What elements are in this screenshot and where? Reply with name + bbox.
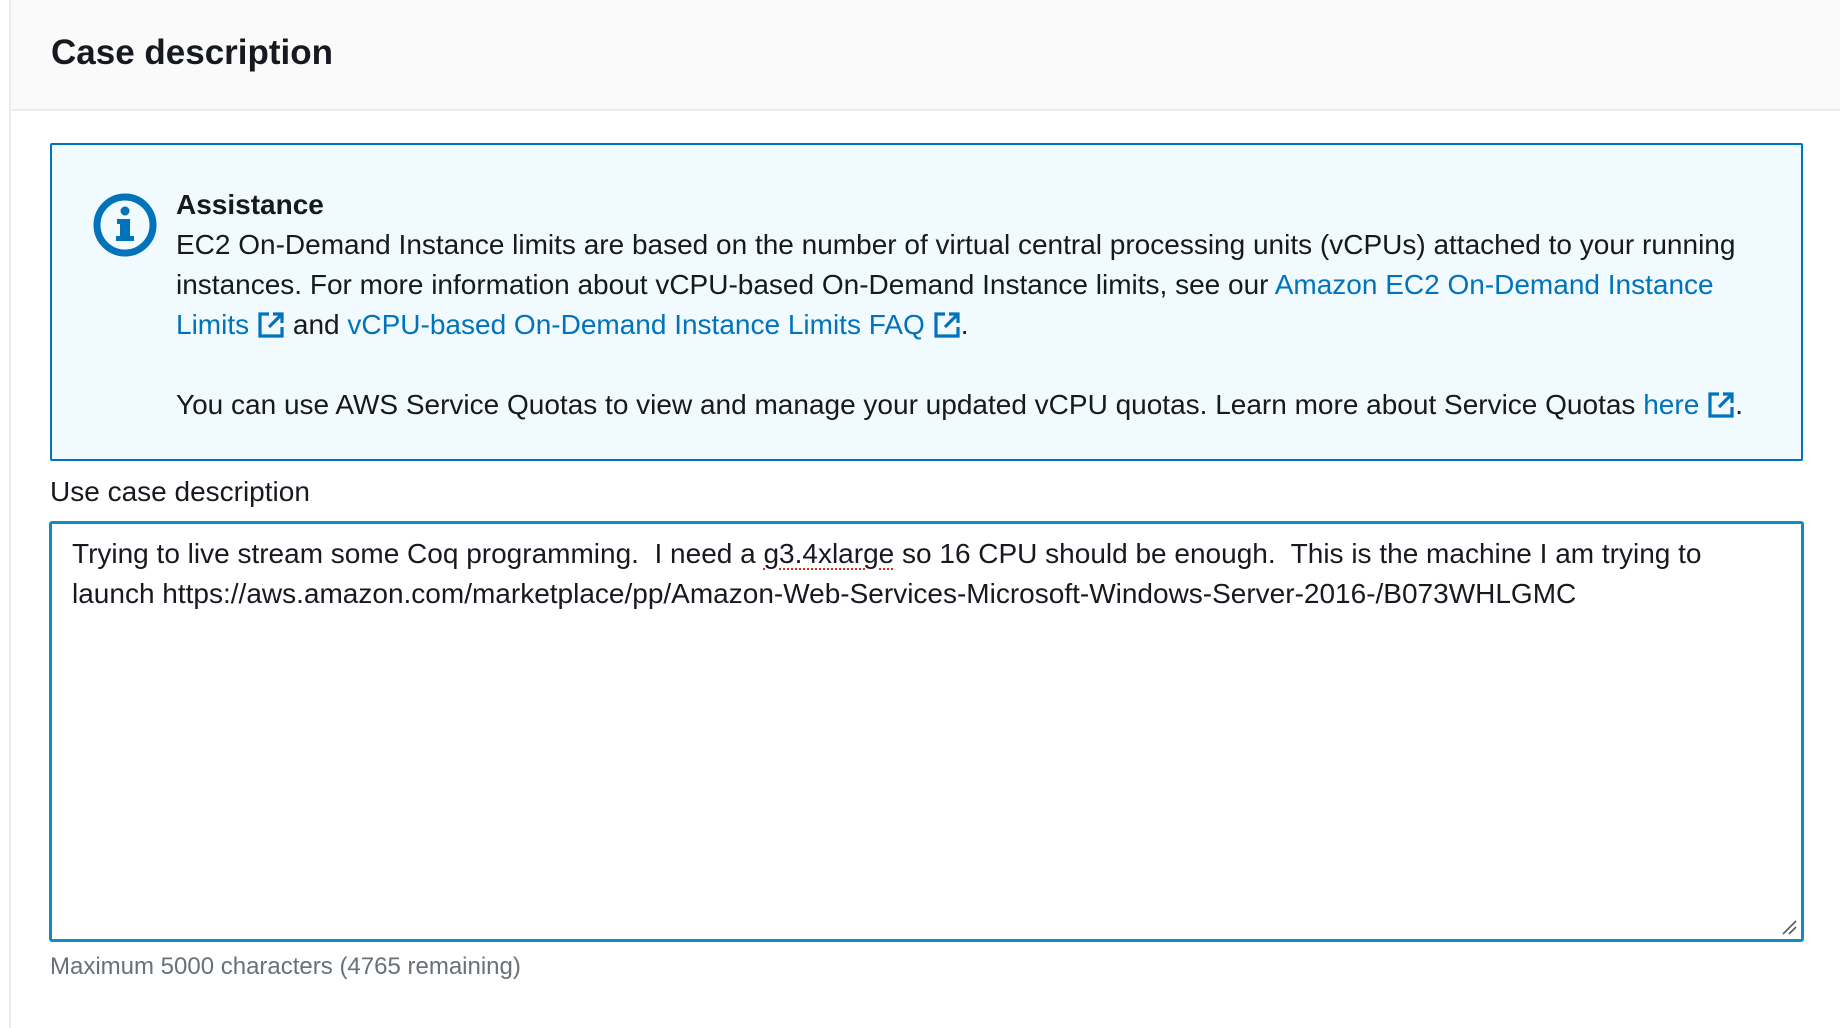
external-link-icon	[934, 312, 960, 338]
assistance-paragraph-1: EC2 On-Demand Instance limits are based …	[176, 225, 1776, 345]
misspelled-word: g3.4xlarge	[763, 538, 895, 569]
info-icon	[93, 193, 157, 257]
service-quotas-here-link[interactable]: here	[1643, 389, 1735, 420]
vcpu-faq-link[interactable]: vCPU-based On-Demand Instance Limits FAQ	[347, 309, 960, 340]
assistance-quotas-text: You can use AWS Service Quotas to view a…	[176, 389, 1644, 420]
case-description-page: Case description Assistance EC2 On-Deman…	[0, 0, 1840, 1028]
assistance-quotas-period: .	[1735, 389, 1744, 420]
assistance-text-and: and	[285, 309, 348, 340]
assistance-text-period: .	[960, 309, 969, 340]
assistance-alert: Assistance EC2 On-Demand Instance limits…	[50, 143, 1803, 461]
section-header: Case description	[11, 0, 1840, 111]
use-case-textarea[interactable]: Trying to live stream some Coq programmi…	[49, 521, 1804, 942]
resize-handle-icon[interactable]	[1779, 917, 1797, 935]
external-link-icon	[258, 312, 284, 338]
assistance-title: Assistance	[176, 189, 324, 220]
left-divider	[9, 0, 11, 1028]
assistance-paragraph-2: You can use AWS Service Quotas to view a…	[176, 385, 1776, 425]
character-count-hint: Maximum 5000 characters (4765 remaining)	[50, 953, 521, 980]
use-case-value[interactable]: Trying to live stream some Coq programmi…	[72, 534, 1772, 614]
assistance-content: Assistance EC2 On-Demand Instance limits…	[176, 185, 1776, 425]
use-case-label: Use case description	[50, 476, 310, 507]
external-link-icon	[1708, 392, 1734, 418]
section-title: Case description	[51, 33, 334, 72]
